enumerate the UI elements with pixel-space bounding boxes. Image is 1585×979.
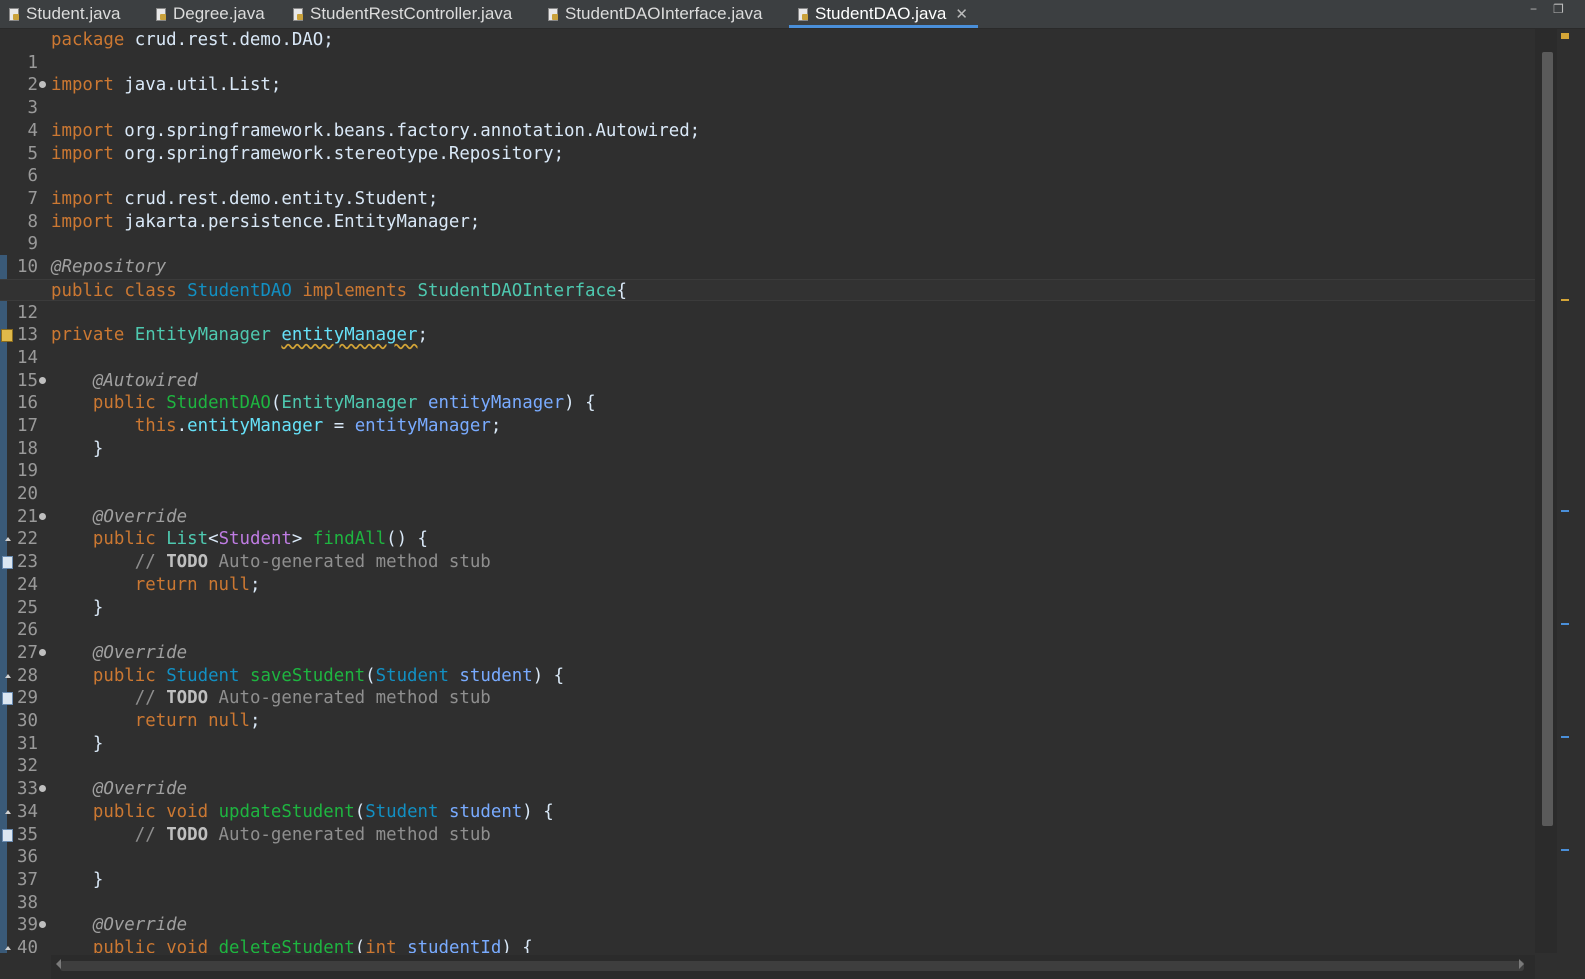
warning-icon[interactable] (1, 324, 49, 346)
code-line: 31 return null; (0, 710, 1535, 754)
code-line: 23 public List<Student> findAll() { (0, 528, 1535, 572)
tab-label: StudentRestController.java (310, 4, 513, 23)
code-line: 25 return null; (0, 574, 1535, 618)
code-line: 9 import jakarta.persistence.EntityManag… (0, 211, 1535, 255)
java-file-icon (155, 7, 167, 21)
overview-warning-mark[interactable] (1561, 33, 1569, 39)
minimize-icon[interactable]: − (1530, 2, 1537, 16)
fold-toggle-icon[interactable] (38, 914, 49, 936)
fold-toggle-icon[interactable] (38, 74, 49, 96)
close-tab-icon[interactable]: ✕ (955, 5, 968, 23)
scroll-left-icon[interactable] (56, 959, 61, 969)
fold-toggle-icon[interactable] (38, 506, 49, 528)
overview-task-mark[interactable] (1561, 849, 1569, 851)
java-file-icon (547, 7, 559, 21)
code-editor[interactable]: 1 package crud.rest.demo.DAO; 2 3 import… (0, 29, 1535, 953)
code-line: 5 import org.springframework.beans.facto… (0, 120, 1535, 164)
code-line: 39 (0, 892, 1535, 935)
java-file-icon (292, 7, 304, 21)
overview-ruler[interactable] (1557, 29, 1585, 979)
code-line: 29 public Student saveStudent(Student st… (0, 665, 1535, 708)
code-line: 14 private EntityManager entityManager; (0, 324, 1535, 368)
code-line: 11 @Repository (0, 256, 1535, 300)
horizontal-scroll-thumb[interactable] (60, 961, 1524, 971)
code-line-current: 12 public class StudentDAO implements St… (0, 278, 1535, 323)
code-line: 33 (0, 755, 1535, 799)
code-line: 41 public void deleteStudent(int student… (0, 937, 1535, 953)
code-line: 20 (0, 460, 1535, 504)
code-line: 2 (0, 52, 1535, 95)
code-line: 3 import java.util.List; (0, 74, 1535, 118)
code-line: 21 (0, 483, 1535, 527)
code-line: 16 @Autowired (0, 370, 1535, 414)
code-line: 19 } (0, 438, 1535, 482)
code-line: 40 @Override (0, 914, 1535, 953)
code-line: 17 public StudentDAO(EntityManager entit… (0, 392, 1535, 436)
tab-student-java[interactable]: Student.java (8, 0, 121, 28)
override-icon[interactable] (5, 665, 49, 687)
code-line: 32 } (0, 733, 1535, 777)
task-marker-icon[interactable] (2, 687, 49, 709)
java-file-icon (8, 7, 20, 21)
override-icon[interactable] (5, 801, 49, 823)
task-marker-icon[interactable] (2, 551, 49, 573)
tab-label: StudentDAOInterface.java (565, 4, 763, 23)
vertical-scroll-thumb[interactable] (1542, 52, 1553, 826)
fold-toggle-icon[interactable] (38, 778, 49, 800)
code-line: 28 @Override (0, 642, 1535, 686)
tab-degree-java[interactable]: Degree.java (155, 0, 265, 28)
code-line: 24 // TODO Auto-generated method stub (0, 551, 1535, 595)
tab-label: Student.java (26, 4, 121, 23)
task-marker-icon[interactable] (2, 824, 49, 846)
code-line: 35 public void updateStudent(Student stu… (0, 801, 1535, 845)
tab-student-dao-interface-java[interactable]: StudentDAOInterface.java (547, 0, 763, 28)
code-line: 34 @Override (0, 778, 1535, 822)
code-line: 37 (0, 846, 1535, 890)
tab-student-dao-java[interactable]: StudentDAO.java ✕ (789, 0, 978, 28)
editor-tab-bar: Student.java Degree.java StudentRestCont… (0, 0, 1585, 29)
fold-toggle-icon[interactable] (38, 370, 49, 392)
scroll-right-icon[interactable] (1519, 959, 1524, 969)
code-line: 36 // TODO Auto-generated method stub (0, 824, 1535, 867)
code-line: 18 this.entityManager = entityManager; (0, 415, 1535, 459)
overview-task-mark[interactable] (1561, 736, 1569, 738)
code-line: 7 (0, 165, 1535, 209)
code-line: 4 (0, 97, 1535, 141)
code-line: 26 } (0, 597, 1535, 641)
java-file-icon (797, 7, 809, 21)
restore-icon[interactable]: ❐ (1553, 2, 1564, 16)
code-line: 30 // TODO Auto-generated method stub (0, 687, 1535, 731)
code-line: 10 (0, 233, 1535, 277)
tab-student-rest-controller-java[interactable]: StudentRestController.java (292, 0, 512, 28)
unused-field-warning: entityManager (281, 325, 418, 346)
code-line: 8 import crud.rest.demo.entity.Student; (0, 188, 1535, 232)
tab-label: StudentDAO.java (815, 4, 947, 23)
code-line: 1 package crud.rest.demo.DAO; (0, 29, 1535, 73)
code-line: 38 } (0, 869, 1535, 913)
override-icon[interactable] (5, 937, 49, 953)
code-line: 13 (0, 301, 1535, 345)
override-icon[interactable] (5, 528, 49, 550)
overview-task-mark[interactable] (1561, 623, 1569, 625)
tab-label: Degree.java (173, 4, 265, 23)
fold-toggle-icon[interactable] (38, 642, 49, 664)
code-line: 15 (0, 347, 1535, 391)
code-line: 6 import org.springframework.stereotype.… (0, 143, 1535, 187)
overview-task-mark[interactable] (1561, 510, 1569, 512)
code-line: 27 (0, 619, 1535, 663)
overview-warning-mark[interactable] (1561, 299, 1569, 301)
code-line: 22 @Override (0, 506, 1535, 550)
